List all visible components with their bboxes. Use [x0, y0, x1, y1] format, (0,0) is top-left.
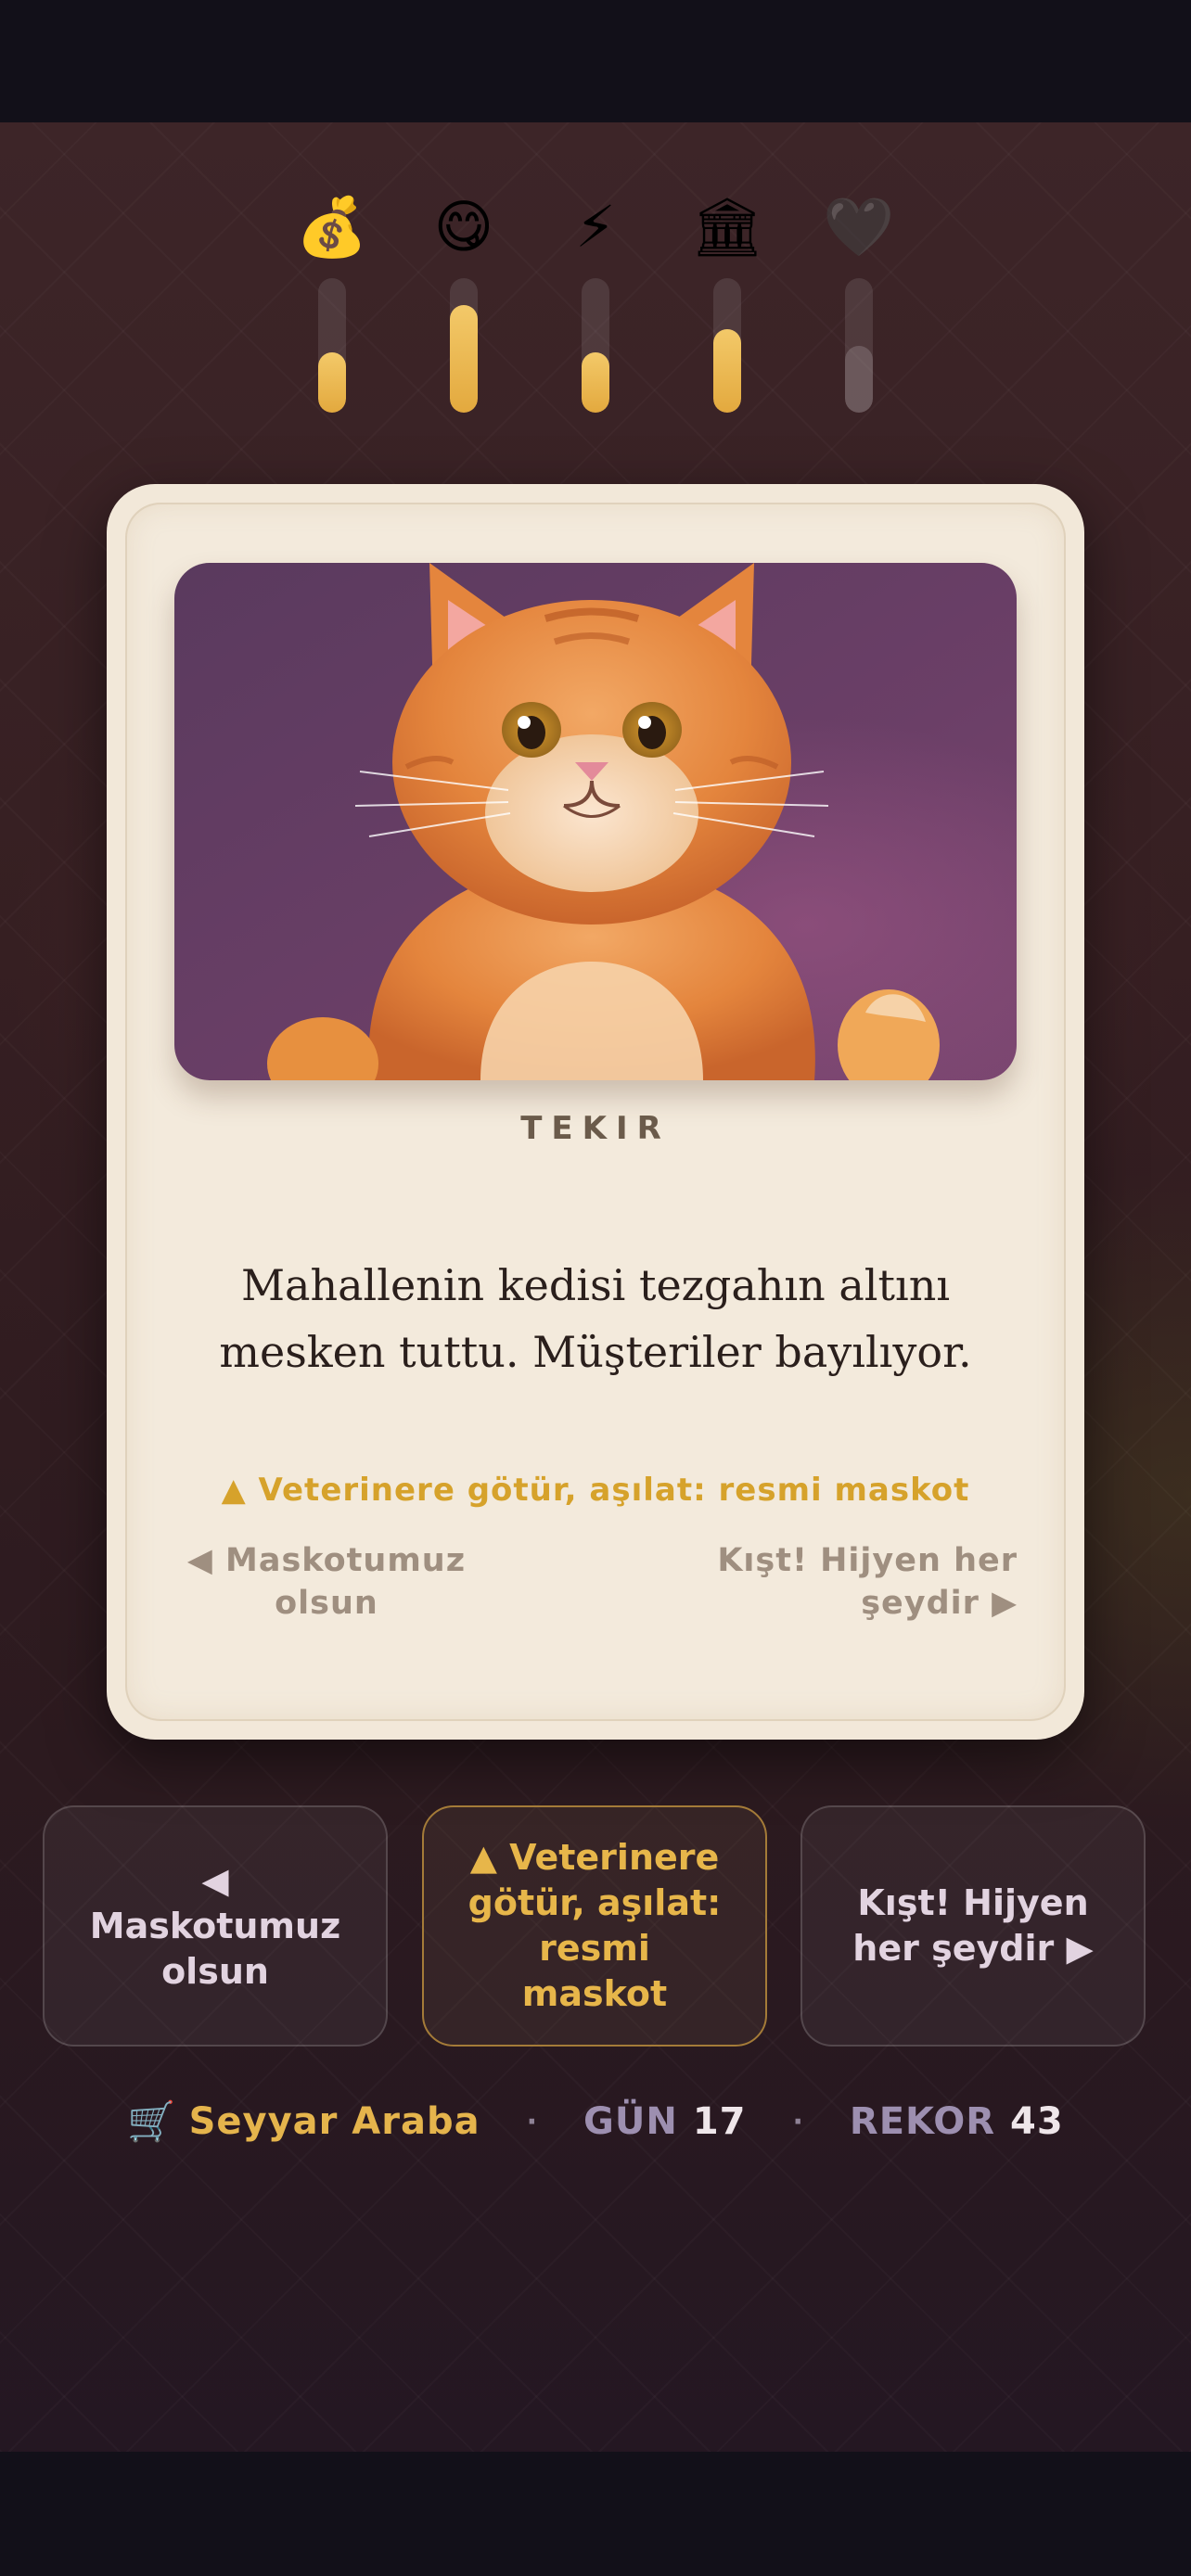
story-text: Mahallenin kedisi tezgahın altını mesken… [219, 1260, 972, 1377]
business-name: Seyyar Araba [188, 2100, 480, 2143]
energy-meter [582, 278, 609, 413]
money-meter-fill [318, 351, 346, 413]
choice-right-label: Kışt! Hijyen her şeydir ▶ [852, 1882, 1094, 1969]
separator-dot: · [526, 2105, 538, 2138]
choice-up-button[interactable]: ▲ Veterinere götür, aşılat: resmi maskot [422, 1805, 767, 2047]
stat-money: 💰 [290, 190, 374, 413]
authority-meter-fill [713, 329, 741, 413]
record-value: 43 [1010, 2100, 1064, 2143]
top-safe-area [0, 0, 1191, 122]
choice-right-button[interactable]: Kışt! Hijyen her şeydir ▶ [800, 1805, 1146, 2047]
record-label: REKOR [849, 2100, 996, 2143]
decision-card[interactable]: TEKIR Mahallenin kedisi tezgahın altını … [107, 484, 1084, 1740]
swipe-up-hint: ▲ Veterinere götür, aşılat: resmi maskot [221, 1472, 970, 1509]
stat-authority: 🏛 [685, 190, 769, 413]
cart-icon: 🛒 [127, 2098, 176, 2144]
choice-left-label: ◀ Maskotumuz olsun [89, 1859, 341, 1992]
choice-up-label: ▲ Veterinere götür, aşılat: resmi maskot [467, 1837, 722, 2014]
cat-portrait-image [174, 563, 1017, 1080]
swipe-right-hint: Kışt! Hijyen her şeydir ▶ [717, 1542, 1018, 1622]
day-label: GÜN [583, 2100, 678, 2143]
energy-meter-fill [582, 351, 609, 413]
day-value: 17 [692, 2100, 747, 2143]
authority-meter [713, 278, 741, 413]
bank-icon: 🏛 [690, 193, 764, 261]
black-heart-icon: 🖤 [823, 193, 895, 261]
happiness-meter [450, 278, 478, 413]
money-bag-icon: 💰 [296, 193, 368, 261]
yum-face-icon: 😋 [433, 193, 494, 261]
money-meter [318, 278, 346, 413]
love-meter-fill [845, 345, 873, 413]
stat-happiness: 😋 [422, 190, 506, 413]
stat-energy: ⚡ [554, 190, 637, 413]
swipe-left-hint: ◀ Maskotumuz olsun [186, 1542, 467, 1622]
happiness-meter-fill [450, 305, 478, 413]
character-name: TEKIR [520, 1110, 671, 1147]
stat-love: 🖤 [817, 190, 901, 413]
lightning-icon: ⚡ [575, 193, 616, 261]
separator-dot: · [792, 2105, 803, 2138]
love-meter [845, 278, 873, 413]
status-footer: 🛒 Seyyar Araba · GÜN 17 · REKOR 43 [0, 2094, 1191, 2149]
bottom-safe-area [0, 2452, 1191, 2576]
choice-left-button[interactable]: ◀ Maskotumuz olsun [43, 1805, 388, 2047]
